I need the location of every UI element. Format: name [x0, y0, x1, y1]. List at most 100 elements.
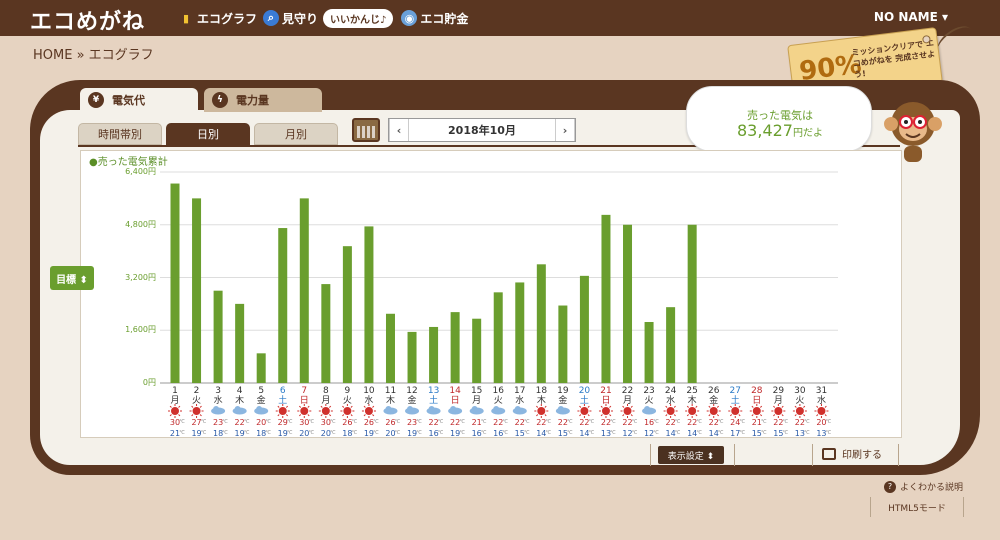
- sun-ray: [751, 414, 754, 417]
- temp-unit: ℃: [395, 430, 401, 436]
- sun-ray: [363, 414, 366, 417]
- x-tick-day: 19: [557, 386, 569, 396]
- chart-bar: [213, 290, 223, 383]
- sun-ray: [708, 414, 711, 417]
- x-tick-weekday: 木: [235, 394, 244, 406]
- help-link[interactable]: ? よくわかる説明: [884, 480, 963, 493]
- cloud-puff: [644, 406, 651, 412]
- sun-icon: [731, 407, 740, 415]
- display-settings-button[interactable]: 表示設定 ⬍: [658, 446, 724, 464]
- sun-icon: [364, 407, 373, 415]
- temp-unit: ℃: [308, 430, 314, 436]
- x-tick-day: 12: [406, 386, 417, 396]
- temp-unit: ℃: [265, 419, 271, 425]
- sun-icon: [601, 407, 610, 415]
- x-tick-weekday: 土: [429, 394, 438, 406]
- temp-unit: ℃: [653, 430, 659, 436]
- sun-ray: [716, 414, 720, 417]
- sun-icon: [666, 407, 675, 415]
- temp-unit: ℃: [739, 430, 745, 436]
- divider: [650, 444, 651, 466]
- x-tick-day: 14: [449, 386, 461, 396]
- x-tick-day: 29: [773, 386, 785, 396]
- temp-unit: ℃: [222, 430, 228, 436]
- sun-ray: [544, 405, 547, 408]
- chart-bar: [623, 224, 633, 383]
- x-tick-day: 28: [751, 386, 763, 396]
- temp-unit: ℃: [675, 419, 681, 425]
- chart-bar: [278, 228, 288, 383]
- sun-ray: [630, 405, 633, 408]
- sun-ray: [277, 405, 280, 408]
- temp-unit: ℃: [308, 419, 314, 425]
- sun-ray: [372, 414, 375, 417]
- sun-ray: [609, 405, 612, 408]
- sun-ray: [665, 414, 668, 417]
- print-label: 印刷する: [842, 450, 882, 461]
- x-tick-weekday: 金: [558, 394, 567, 406]
- chart-bar: [407, 331, 417, 383]
- help-label: よくわかる説明: [900, 483, 964, 493]
- sun-ray: [695, 405, 698, 408]
- sun-ray: [665, 405, 668, 408]
- sun-ray: [803, 414, 806, 417]
- chart-bar: [644, 322, 654, 383]
- cloud-puff: [407, 406, 414, 412]
- sun-icon: [623, 407, 632, 415]
- sun-icon: [321, 407, 330, 415]
- sun-ray: [363, 405, 366, 408]
- sun-ray: [350, 414, 353, 417]
- sun-ray: [686, 405, 689, 408]
- cloud-puff: [493, 406, 500, 412]
- temp-unit: ℃: [567, 430, 573, 436]
- x-tick-day: 21: [600, 386, 611, 396]
- sun-ray: [342, 405, 345, 408]
- cloud-puff: [471, 406, 478, 412]
- sun-icon: [752, 407, 761, 415]
- x-tick-weekday: 金: [257, 394, 266, 406]
- temp-unit: ℃: [459, 430, 465, 436]
- divider: [734, 444, 735, 466]
- temp-unit: ℃: [201, 419, 207, 425]
- sun-ray: [329, 414, 332, 417]
- chart-bar: [687, 224, 697, 383]
- html5-mode-button[interactable]: HTML5モード: [870, 497, 964, 517]
- print-button[interactable]: 印刷する: [822, 446, 882, 461]
- sun-ray: [695, 414, 698, 417]
- sun-ray: [169, 414, 172, 417]
- sun-ray: [285, 414, 289, 417]
- temp-unit: ℃: [502, 419, 508, 425]
- temp-unit: ℃: [502, 430, 508, 436]
- chart-bar: [536, 264, 546, 383]
- x-tick-day: 3: [215, 386, 221, 396]
- x-tick-day: 16: [492, 386, 504, 396]
- sun-ray: [673, 414, 676, 417]
- x-tick-weekday: 水: [515, 394, 524, 406]
- chart-bar: [235, 303, 245, 383]
- chart-bar: [364, 226, 374, 383]
- sun-ray: [191, 405, 194, 408]
- x-tick-day: 8: [323, 386, 329, 396]
- cloud-puff: [256, 406, 263, 412]
- sun-icon: [709, 407, 718, 415]
- temp-unit: ℃: [804, 419, 810, 425]
- x-tick-day: 1: [172, 386, 178, 396]
- temp-unit: ℃: [718, 419, 724, 425]
- chart-bar: [450, 312, 460, 383]
- temp-unit: ℃: [524, 419, 530, 425]
- sun-icon: [580, 407, 589, 415]
- chart-bar: [515, 282, 525, 383]
- sun-icon: [300, 407, 309, 415]
- x-tick-day: 31: [816, 386, 827, 396]
- temp-unit: ℃: [567, 419, 573, 425]
- x-tick-day: 26: [708, 386, 720, 396]
- x-tick-day: 27: [730, 386, 741, 396]
- x-tick-day: 17: [514, 386, 525, 396]
- sun-ray: [199, 414, 202, 417]
- sun-ray: [630, 414, 633, 417]
- temp-unit: ℃: [546, 419, 552, 425]
- x-tick-day: 2: [194, 386, 200, 396]
- sun-icon: [278, 407, 287, 415]
- sun-ray: [579, 405, 582, 408]
- cloud-puff: [213, 406, 220, 412]
